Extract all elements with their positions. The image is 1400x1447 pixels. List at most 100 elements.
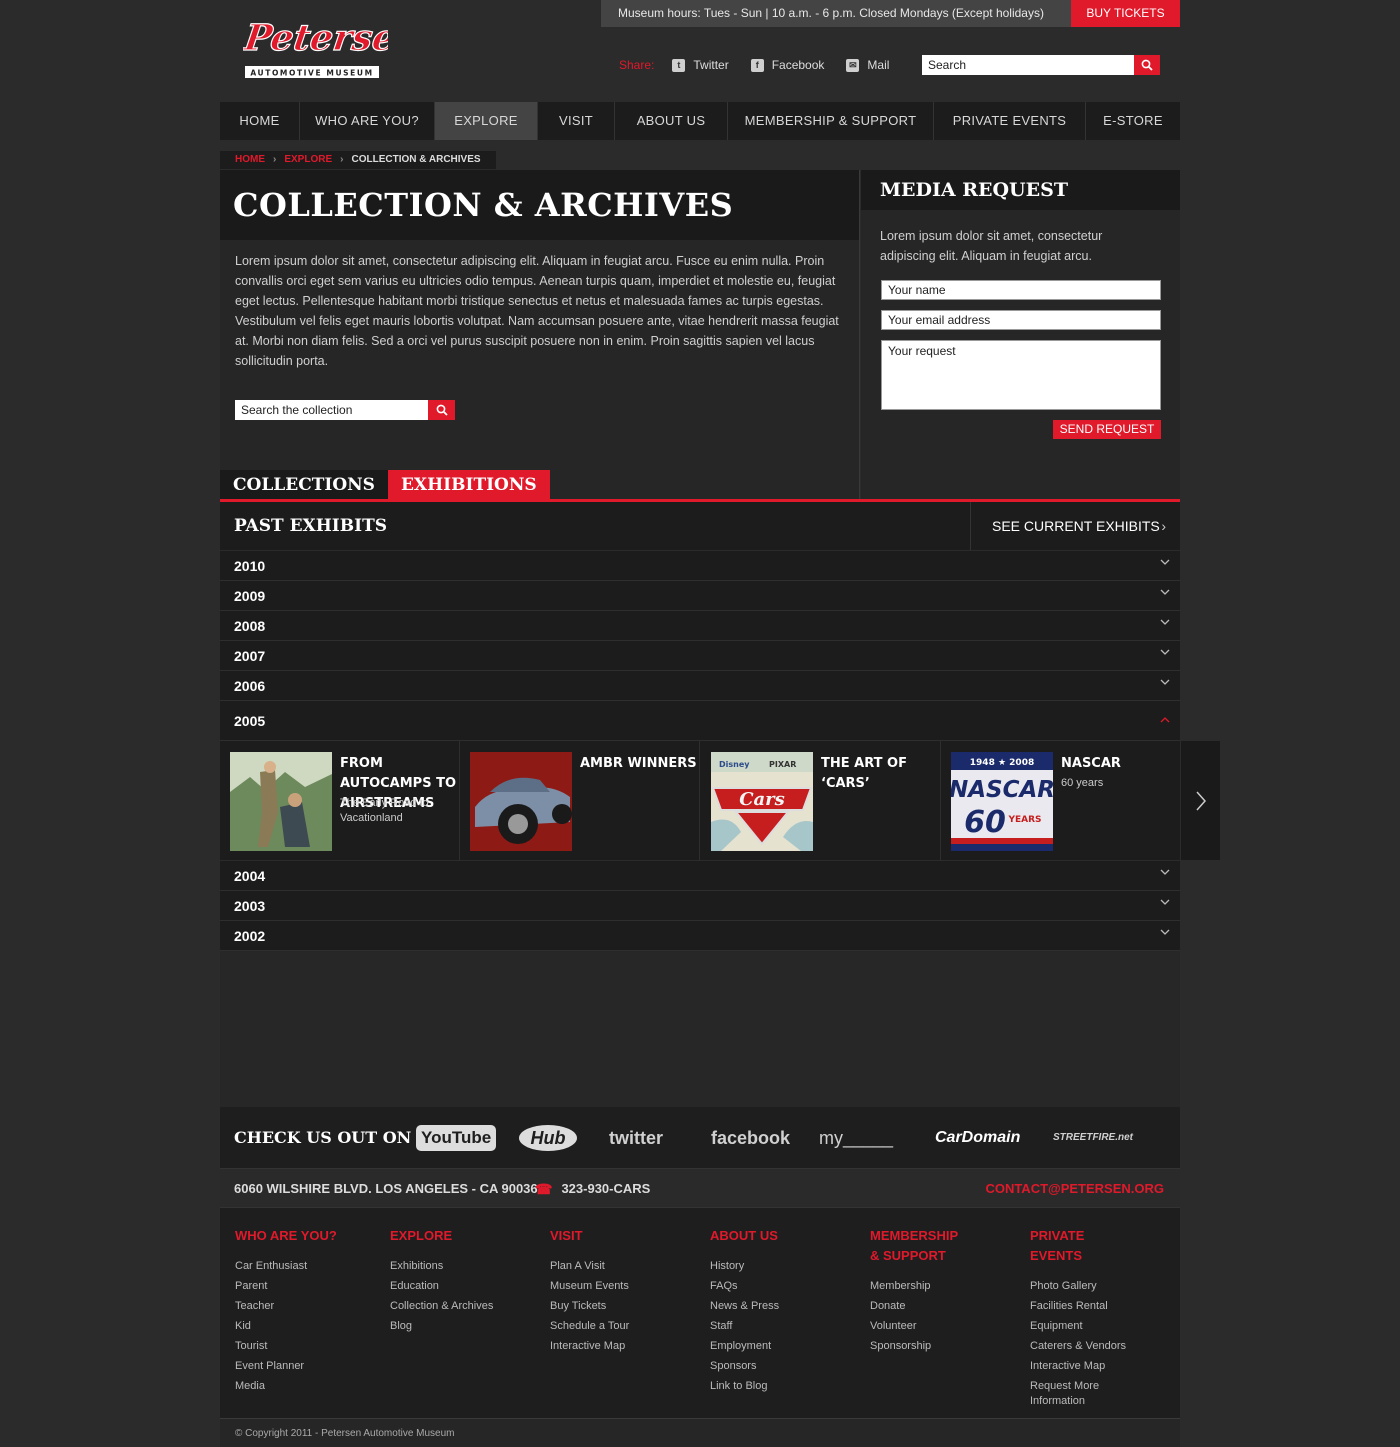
see-current-exhibits-link[interactable]: SEE CURRENT EXHIBITS › bbox=[970, 502, 1180, 550]
facebook-logo[interactable]: facebook bbox=[711, 1125, 790, 1151]
tab-exhibitions[interactable]: EXHIBITIONS bbox=[387, 470, 550, 500]
contact-email-link[interactable]: CONTACT@PETERSEN.ORG bbox=[985, 1169, 1164, 1209]
footer-link[interactable]: Sponsorship bbox=[870, 1336, 965, 1356]
search-icon bbox=[436, 404, 448, 416]
footer-link[interactable]: Equipment bbox=[1030, 1316, 1140, 1336]
exhibit-card[interactable]: AMBR WINNERS bbox=[460, 741, 700, 860]
share-mail[interactable]: ✉ Mail bbox=[846, 58, 889, 72]
hub-logo[interactable]: Hub bbox=[519, 1125, 577, 1151]
exhibit-title: NASCAR bbox=[1061, 756, 1121, 771]
youtube-logo[interactable]: YouTube bbox=[416, 1125, 497, 1151]
footer-link[interactable]: Donate bbox=[870, 1296, 965, 1316]
exhibit-card[interactable]: FROM AUTOCAMPS TO AIRSTREAMS The Early R… bbox=[220, 741, 460, 860]
footer-link[interactable]: Exhibitions bbox=[390, 1256, 530, 1276]
petersen-logo[interactable]: Petersen AUTOMOTIVE MUSEUM bbox=[240, 8, 425, 83]
year-row-2005-open[interactable]: 2005 bbox=[220, 701, 1180, 741]
museum-phone[interactable]: ☎ 323-930-CARS bbox=[535, 1169, 650, 1209]
breadcrumb-home[interactable]: HOME bbox=[235, 151, 265, 169]
nav-e-store[interactable]: E-STORE bbox=[1086, 102, 1180, 140]
nav-about-us[interactable]: ABOUT US bbox=[615, 102, 728, 140]
site-search-input[interactable]: Search bbox=[922, 55, 1134, 75]
footer-link[interactable]: Kid bbox=[235, 1316, 375, 1336]
footer-heading[interactable]: MEMBERSHIP & SUPPORT bbox=[870, 1226, 965, 1266]
footer-link[interactable]: Education bbox=[390, 1276, 530, 1296]
nav-membership-support[interactable]: MEMBERSHIP & SUPPORT bbox=[728, 102, 934, 140]
footer-link[interactable]: Request More Information bbox=[1030, 1376, 1140, 1409]
footer-col-who-are-you: WHO ARE YOU? Car Enthusiast Parent Teach… bbox=[235, 1226, 375, 1396]
footer-heading[interactable]: VISIT bbox=[550, 1226, 690, 1246]
footer-heading[interactable]: ABOUT US bbox=[710, 1226, 850, 1246]
share-facebook[interactable]: f Facebook bbox=[750, 58, 824, 72]
footer-link[interactable]: Facilities Rental bbox=[1030, 1296, 1140, 1316]
share-mail-label: Mail bbox=[867, 58, 890, 72]
footer-link[interactable]: Plan A Visit bbox=[550, 1256, 690, 1276]
year-row-2010[interactable]: 2010 bbox=[220, 551, 1180, 581]
share-twitter[interactable]: t Twitter bbox=[672, 58, 729, 72]
collection-search-button[interactable] bbox=[428, 400, 455, 420]
tab-collections[interactable]: COLLECTIONS bbox=[220, 470, 388, 500]
buy-tickets-button[interactable]: BUY TICKETS bbox=[1071, 0, 1180, 27]
footer-link[interactable]: Schedule a Tour bbox=[550, 1316, 690, 1336]
footer-link[interactable]: News & Press bbox=[710, 1296, 850, 1316]
footer-link[interactable]: Link to Blog bbox=[710, 1376, 850, 1396]
footer-link[interactable]: Blog bbox=[390, 1316, 530, 1336]
exhibit-thumbnail bbox=[230, 752, 332, 851]
send-request-button[interactable]: SEND REQUEST bbox=[1053, 420, 1161, 439]
twitter-logo[interactable]: twitter bbox=[609, 1125, 663, 1151]
year-row-2002[interactable]: 2002 bbox=[220, 921, 1180, 951]
footer-link[interactable]: Interactive Map bbox=[550, 1336, 690, 1356]
footer-link[interactable]: Photo Gallery bbox=[1030, 1276, 1140, 1296]
footer-heading[interactable]: WHO ARE YOU? bbox=[235, 1226, 375, 1246]
collection-search-input[interactable]: Search the collection bbox=[235, 400, 428, 420]
past-exhibits-title: PAST EXHIBITS bbox=[234, 516, 387, 536]
streetfire-logo[interactable]: STREETFIRE.net bbox=[1053, 1125, 1133, 1151]
exhibit-card[interactable]: Disney PIXAR Cars THE ART OF ‘CARS’ bbox=[701, 741, 941, 860]
year-row-2007[interactable]: 2007 bbox=[220, 641, 1180, 671]
request-textarea[interactable]: Your request bbox=[881, 340, 1161, 410]
facebook-icon: f bbox=[750, 58, 764, 72]
footer-link[interactable]: Buy Tickets bbox=[550, 1296, 690, 1316]
footer-link[interactable]: Employment bbox=[710, 1336, 850, 1356]
footer-link[interactable]: FAQs bbox=[710, 1276, 850, 1296]
footer-col-explore: EXPLORE Exhibitions Education Collection… bbox=[390, 1226, 530, 1336]
footer-link[interactable]: Car Enthusiast bbox=[235, 1256, 375, 1276]
nav-who-are-you[interactable]: WHO ARE YOU? bbox=[300, 102, 435, 140]
see-current-label: SEE CURRENT EXHIBITS bbox=[992, 518, 1160, 534]
footer-link[interactable]: Sponsors bbox=[710, 1356, 850, 1376]
exhibit-card[interactable]: 1948 ★ 2008 NASCAR 60 YEARS NASCAR 60 ye… bbox=[941, 741, 1181, 860]
nav-home[interactable]: HOME bbox=[220, 102, 300, 140]
exhibit-subtitle: The Early Road to Vacationland bbox=[340, 797, 429, 824]
footer-link[interactable]: Teacher bbox=[235, 1296, 375, 1316]
footer-link[interactable]: Collection & Archives bbox=[390, 1296, 530, 1316]
nav-explore[interactable]: EXPLORE bbox=[435, 102, 538, 140]
footer-link[interactable]: Membership bbox=[870, 1276, 965, 1296]
year-row-2006[interactable]: 2006 bbox=[220, 671, 1180, 701]
nav-private-events[interactable]: PRIVATE EVENTS bbox=[934, 102, 1086, 140]
footer-link[interactable]: Interactive Map bbox=[1030, 1356, 1140, 1376]
year-row-2003[interactable]: 2003 bbox=[220, 891, 1180, 921]
footer-link[interactable]: Museum Events bbox=[550, 1276, 690, 1296]
footer-link[interactable]: Media bbox=[235, 1376, 375, 1396]
email-field[interactable]: Your email address bbox=[881, 310, 1161, 330]
museum-address: 6060 WILSHIRE BLVD. LOS ANGELES - CA 900… bbox=[234, 1181, 538, 1196]
year-row-2009[interactable]: 2009 bbox=[220, 581, 1180, 611]
footer-link[interactable]: Caterers & Vendors bbox=[1030, 1336, 1140, 1356]
footer-link[interactable]: Staff bbox=[710, 1316, 850, 1336]
year-row-2004[interactable]: 2004 bbox=[220, 861, 1180, 891]
name-field[interactable]: Your name bbox=[881, 280, 1161, 300]
footer-link[interactable]: History bbox=[710, 1256, 850, 1276]
cardomain-logo[interactable]: CarDomain bbox=[935, 1125, 1020, 1151]
footer-link[interactable]: Event Planner bbox=[235, 1356, 375, 1376]
footer-link[interactable]: Parent bbox=[235, 1276, 375, 1296]
footer-heading[interactable]: EXPLORE bbox=[390, 1226, 530, 1246]
carousel-next-button[interactable] bbox=[1181, 741, 1220, 860]
nav-visit[interactable]: VISIT bbox=[538, 102, 615, 140]
year-row-2008[interactable]: 2008 bbox=[220, 611, 1180, 641]
breadcrumb-explore[interactable]: EXPLORE bbox=[284, 151, 332, 169]
site-search-button[interactable] bbox=[1134, 55, 1160, 75]
myspace-logo[interactable]: my_____ bbox=[819, 1125, 893, 1151]
footer-link[interactable]: Tourist bbox=[235, 1336, 375, 1356]
footer-heading[interactable]: PRIVATE EVENTS bbox=[1030, 1226, 1140, 1266]
footer-link[interactable]: Volunteer bbox=[870, 1316, 965, 1336]
twitter-icon: t bbox=[672, 58, 686, 72]
